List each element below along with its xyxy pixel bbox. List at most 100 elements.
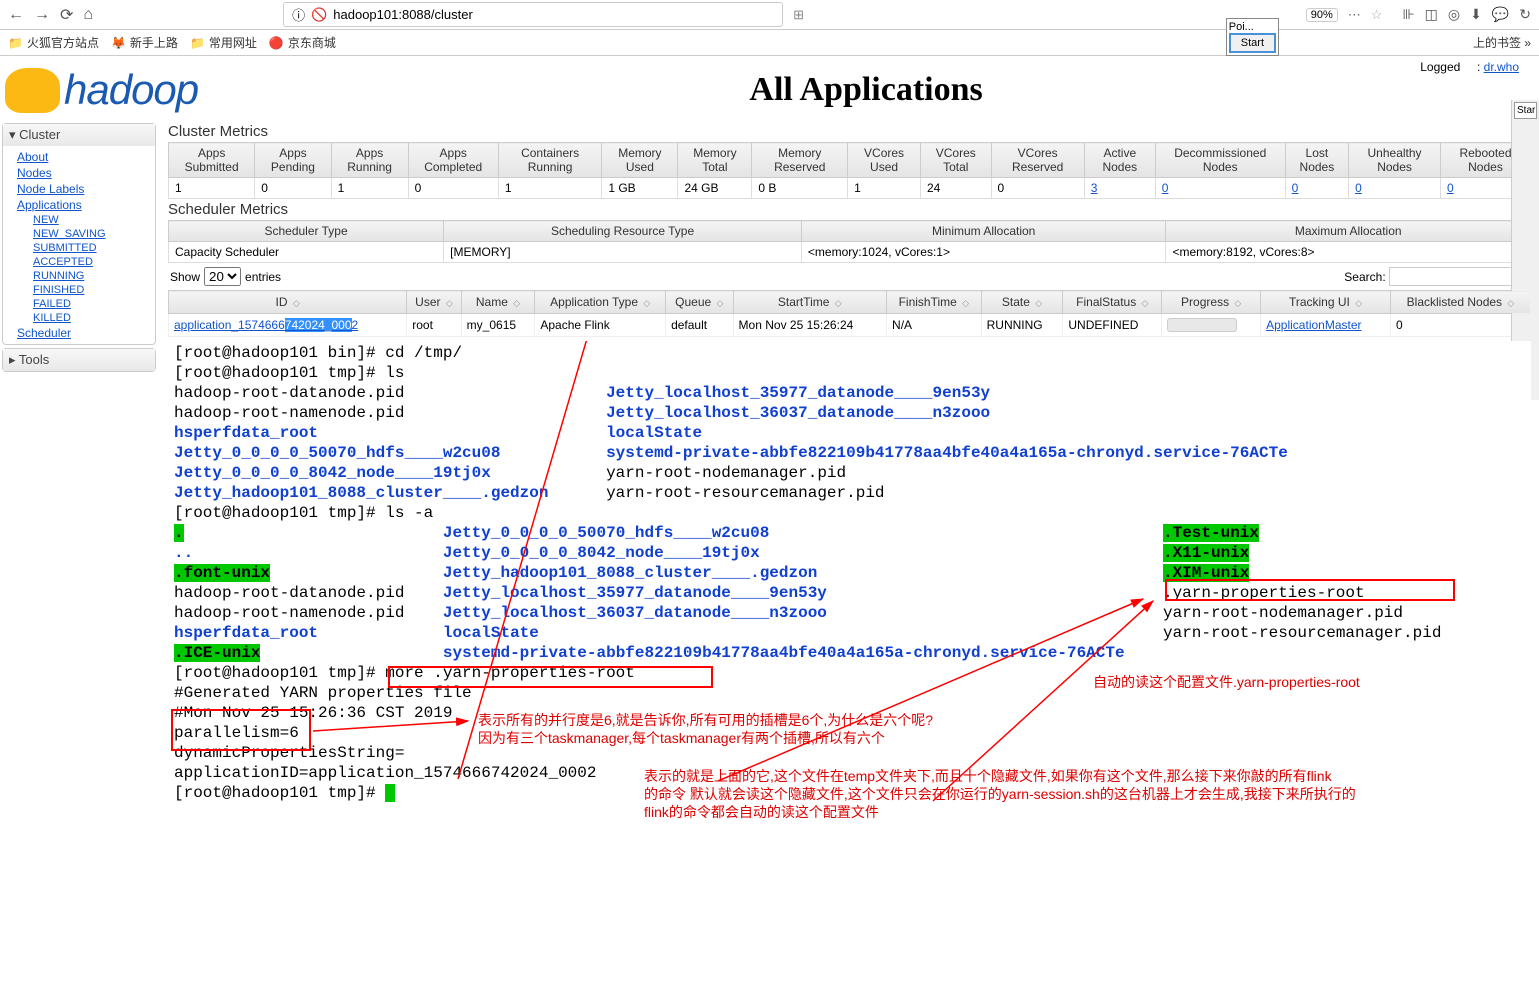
metric-header: Apps Completed [408,143,498,178]
column-header[interactable]: StartTime ◇ [733,291,886,314]
column-header[interactable]: Queue ◇ [666,291,733,314]
sidebar-new[interactable]: NEW [17,213,149,227]
highlight-box-3 [1165,579,1455,601]
metric-value: 0 [1285,178,1348,199]
home-icon[interactable]: ⌂ [83,6,93,24]
metric-value: 0 [255,178,331,199]
metric-header: Apps Running [331,143,408,178]
metric-header: Active Nodes [1084,143,1155,178]
info-icon[interactable]: ⓘ [292,5,305,24]
bookmark-1[interactable]: 📁 火狐官方站点 [8,34,99,51]
sidebar-about[interactable]: About [17,149,149,165]
scheduler-metrics-title: Scheduler Metrics [168,201,1531,218]
user-link[interactable]: dr.who [1484,60,1519,74]
metric-value: 1 [498,178,601,199]
bookmark-3[interactable]: 📁 常用网址 [190,34,257,51]
sidebar-nodes[interactable]: Nodes [17,165,149,181]
sidebar-accepted[interactable]: ACCEPTED [17,255,149,269]
column-header[interactable]: Name ◇ [461,291,535,314]
sidebar-finished[interactable]: FINISHED [17,283,149,297]
page-header: hadoop All Applications [0,56,1539,119]
back-icon[interactable]: ← [8,6,24,24]
column-header[interactable]: Tracking UI ◇ [1261,291,1391,314]
sidebar-tools-header[interactable]: ▸ Tools [3,349,155,371]
terminal-output: [root@hadoop101 bin]# cd /tmp/[root@hado… [168,341,1531,985]
sidebar-scheduler[interactable]: Scheduler [17,325,149,341]
star-icon[interactable]: ☆ [1371,7,1383,23]
search-input[interactable] [1389,267,1529,286]
zoom-level[interactable]: 90% [1306,8,1338,22]
sidebar-applications[interactable]: Applications [17,197,149,213]
column-header[interactable]: FinalStatus ◇ [1063,291,1162,314]
column-header[interactable]: ID ◇ [169,291,407,314]
progress-bar [1167,318,1237,332]
metric-header: Unhealthy Nodes [1349,143,1441,178]
sidebar-killed[interactable]: KILLED [17,311,149,325]
metric-header: Apps Submitted [169,143,255,178]
column-header[interactable]: Application Type ◇ [535,291,666,314]
library-icon[interactable]: ⊪ [1402,6,1414,23]
menu-dots-icon[interactable]: ⋯ [1348,7,1361,23]
sidebar-running[interactable]: RUNNING [17,269,149,283]
logged-in-status: Logged : dr.who [1420,60,1519,74]
annotation-3: 表示的就是上面的它,这个文件在temp文件夹下,而且十个隐藏文件,如果你有这个文… [644,767,1524,821]
bookmark-4[interactable]: 🔴 京东商城 [269,34,336,51]
bookmarks-overflow[interactable]: 上的书签 » [1473,34,1531,51]
main-content: Cluster Metrics Apps SubmittedApps Pendi… [160,119,1539,987]
applications-table: ID ◇User ◇Name ◇Application Type ◇Queue … [168,290,1531,337]
column-header[interactable]: FinishTime ◇ [887,291,982,314]
metric-value: 24 GB [678,178,752,199]
table-controls: Show 20 entries Search: [168,263,1531,290]
highlight-box-2 [171,709,311,751]
reload-icon[interactable]: ⟳ [60,5,73,25]
bookmark-2[interactable]: 🦊 新手上路 [111,34,178,51]
annotation-1: 表示所有的并行度是6,就是告诉你,所有可用的插槽是6个,为什么是六个呢?因为有三… [478,711,1038,747]
page-title: All Applications [198,71,1534,109]
annotation-2: 自动的读这个配置文件.yarn-properties-root [1093,673,1360,691]
highlight-box-1 [388,666,713,688]
start-button[interactable]: Start [1229,33,1276,53]
sidebar-submitted[interactable]: SUBMITTED [17,241,149,255]
blocked-icon: 🚫 [311,7,327,23]
sidebar-icon[interactable]: ◫ [1425,6,1438,23]
entries-select[interactable]: 20 [204,267,241,286]
elephant-icon [5,68,60,113]
chat-icon[interactable]: 💬 [1492,6,1509,23]
metric-value: 3 [1084,178,1155,199]
scheduler-metrics-table: Scheduler TypeScheduling Resource TypeMi… [168,220,1531,263]
metric-header: Memory Reserved [752,143,848,178]
forward-icon[interactable]: → [34,6,50,24]
column-header[interactable]: Progress ◇ [1162,291,1261,314]
floating-tool-window[interactable]: Poi... Start [1226,18,1279,56]
metric-header: Decommissioned Nodes [1155,143,1285,178]
column-header[interactable]: Blacklisted Nodes ◇ [1390,291,1530,314]
bookmarks-bar: 📁 火狐官方站点 🦊 新手上路 📁 常用网址 🔴 京东商城 上的书签 » [0,30,1539,56]
sidebar-failed[interactable]: FAILED [17,297,149,311]
tracking-link[interactable]: ApplicationMaster [1266,318,1361,332]
sidebar: ▾ Cluster About Nodes Node Labels Applic… [0,119,160,987]
metric-value: 0 [1155,178,1285,199]
sidebar-node-labels[interactable]: Node Labels [17,181,149,197]
metric-header: Lost Nodes [1285,143,1348,178]
download-icon[interactable]: ⬇ [1470,6,1482,23]
metric-header: Containers Running [498,143,601,178]
metric-value: 1 [331,178,408,199]
sync-icon[interactable]: ◎ [1448,6,1460,23]
metric-value: 0 [1349,178,1441,199]
grid-icon[interactable]: ⊞ [793,7,804,23]
metric-header: VCores Used [848,143,921,178]
metric-header: Memory Total [678,143,752,178]
metric-value: 24 [920,178,991,199]
metric-value: 1 GB [602,178,678,199]
metric-value: 0 [408,178,498,199]
browser-toolbar: ← → ⟳ ⌂ ⓘ 🚫 hadoop101:8088/cluster ⊞ 90%… [0,0,1539,30]
refresh-ext-icon[interactable]: ↻ [1519,6,1531,23]
column-header[interactable]: User ◇ [407,291,461,314]
url-bar[interactable]: ⓘ 🚫 hadoop101:8088/cluster [283,2,783,27]
table-row[interactable]: application_1574666742024_0002 root my_0… [169,314,1531,337]
column-header[interactable]: State ◇ [981,291,1063,314]
app-id-link[interactable]: application_1574666742024_0002 [174,318,358,332]
metric-header: Apps Pending [255,143,331,178]
sidebar-new-saving[interactable]: NEW_SAVING [17,227,149,241]
sidebar-cluster-header[interactable]: ▾ Cluster [3,124,155,146]
